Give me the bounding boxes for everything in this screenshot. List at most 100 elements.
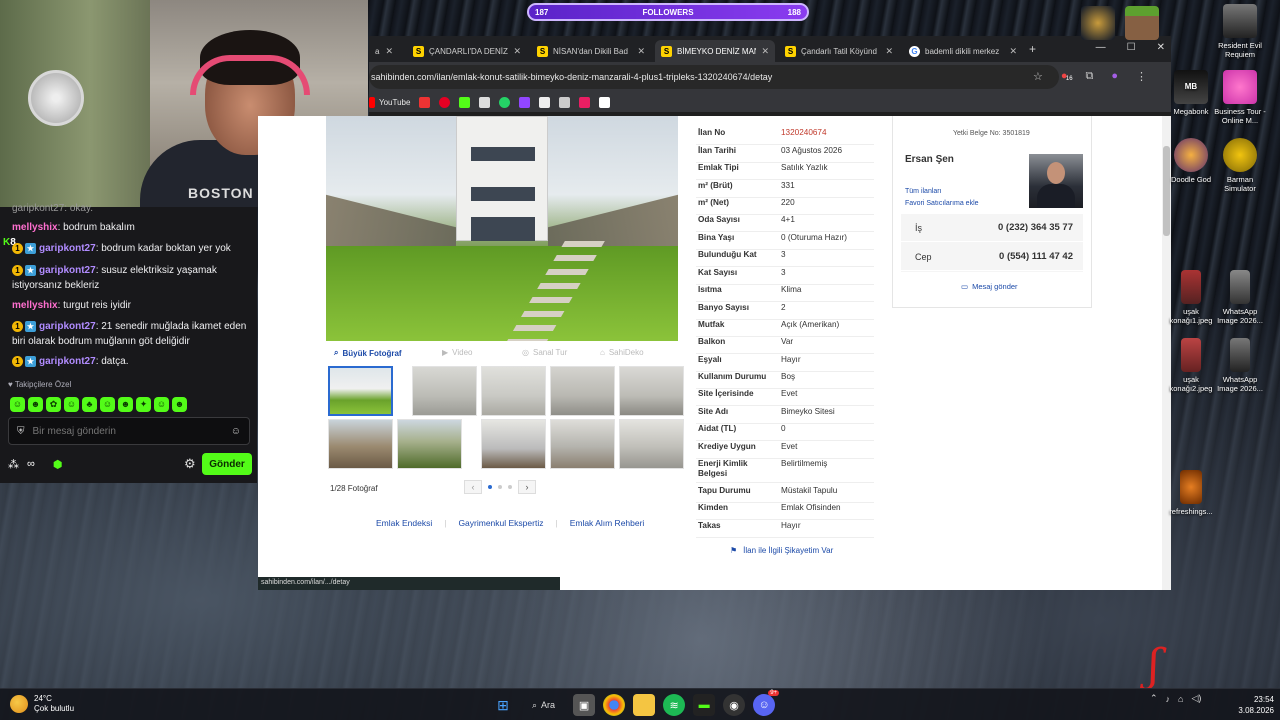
close-icon[interactable]: ✕ bbox=[385, 46, 393, 57]
discord-icon[interactable]: ☺ 9+ bbox=[753, 690, 780, 716]
chat-username[interactable]: mellyshix bbox=[12, 222, 58, 233]
bookmark-icon[interactable] bbox=[539, 96, 551, 108]
emote-icon[interactable]: ☺ bbox=[64, 397, 79, 412]
footer-link[interactable]: Emlak Alım Rehberi bbox=[570, 518, 645, 528]
main-listing-photo[interactable] bbox=[326, 116, 678, 341]
chat-username[interactable]: mellyshix bbox=[12, 300, 58, 311]
video-button[interactable]: ▶ Video bbox=[442, 348, 472, 357]
close-icon[interactable]: ✕ bbox=[885, 46, 893, 57]
kick-icon[interactable] bbox=[459, 96, 471, 108]
desktop-icon[interactable]: uşak konağı2.jpeg bbox=[1163, 338, 1219, 393]
weather-widget[interactable]: 24°C Çok bulutlu bbox=[10, 694, 74, 714]
emote-icon[interactable]: ♣ bbox=[82, 397, 97, 412]
desktop-icon[interactable]: refreshings... bbox=[1163, 470, 1219, 516]
task-view-icon[interactable]: ▣ bbox=[573, 694, 596, 716]
profile-icon[interactable]: ● bbox=[1111, 70, 1118, 83]
pinterest-icon[interactable] bbox=[439, 96, 451, 108]
thumbnail[interactable] bbox=[619, 366, 684, 416]
bookmark-icon[interactable] bbox=[479, 96, 491, 108]
close-icon[interactable]: ✕ bbox=[761, 46, 769, 57]
new-tab-icon[interactable]: + bbox=[1029, 42, 1036, 56]
close-window-icon[interactable]: ✕ bbox=[1157, 42, 1165, 53]
emote-icon[interactable]: ✦ bbox=[136, 397, 151, 412]
page-dot[interactable] bbox=[488, 485, 492, 489]
sahideko-button[interactable]: ⌂ SahiDeko bbox=[600, 348, 644, 357]
chevron-up-icon[interactable]: ⌃ bbox=[1150, 693, 1158, 704]
star-icon[interactable]: ☆ bbox=[1033, 70, 1043, 83]
emote-icon[interactable]: ☻ bbox=[28, 397, 43, 412]
twitch-icon[interactable] bbox=[519, 96, 531, 108]
search-button[interactable]: ⌕ Ara bbox=[522, 694, 565, 716]
chat-username[interactable]: garipkont27 bbox=[39, 321, 96, 332]
chat-username[interactable]: garipkont27 bbox=[39, 356, 96, 367]
browser-tab[interactable]: S ÇANDARLI'DA DENİZ ✕ bbox=[407, 40, 527, 62]
desktop-icon[interactable]: Business Tour - Online M... bbox=[1212, 70, 1268, 125]
emote-icon[interactable]: ☺ bbox=[100, 397, 115, 412]
maximize-icon[interactable]: ☐ bbox=[1127, 42, 1136, 53]
browser-tab[interactable]: Gbademli dikili merkez ✕ bbox=[903, 40, 1023, 62]
desktop-icon[interactable]: MB Megabonk bbox=[1163, 70, 1219, 116]
thumbnail[interactable] bbox=[550, 419, 615, 469]
footer-link[interactable]: Gayrimenkul Ekspertiz bbox=[458, 518, 543, 528]
volume-icon[interactable]: ◁) bbox=[1191, 693, 1201, 704]
extension-icon[interactable]: ● 16 bbox=[1061, 70, 1073, 83]
browser-tab[interactable]: S NİSAN'dan Dikili Bad ✕ bbox=[531, 40, 651, 62]
virtual-tour-button[interactable]: ◎ Sanal Tur bbox=[522, 348, 567, 357]
page-dot[interactable] bbox=[498, 485, 502, 489]
page-dot[interactable] bbox=[508, 485, 512, 489]
seller-name[interactable]: Ersan Şen bbox=[905, 154, 954, 165]
bookmark-icon[interactable] bbox=[419, 96, 431, 108]
infinity-icon[interactable]: ∞ bbox=[27, 458, 35, 470]
windows-start-icon[interactable]: ⊞ bbox=[492, 694, 514, 716]
thumbnail[interactable] bbox=[397, 419, 462, 469]
thumbnail[interactable] bbox=[481, 366, 546, 416]
complaint-link[interactable]: ⚑ İlan ile İlgili Şikayetim Var bbox=[730, 546, 833, 555]
minimize-icon[interactable]: — bbox=[1096, 42, 1106, 53]
chevron-right-icon[interactable]: › bbox=[518, 480, 536, 494]
file-explorer-icon[interactable] bbox=[633, 694, 656, 716]
thumbnail[interactable] bbox=[481, 419, 546, 469]
kick-logo-icon[interactable]: ⬢ bbox=[53, 458, 63, 471]
steam-icon[interactable]: ◉ bbox=[723, 694, 746, 716]
bookmark-youtube[interactable]: YouTube bbox=[369, 96, 410, 108]
footer-link[interactable]: Emlak Endeksi bbox=[376, 518, 432, 528]
chrome-icon[interactable] bbox=[603, 694, 626, 716]
emoji-icon[interactable]: ☺ bbox=[231, 426, 241, 437]
thumbnail[interactable] bbox=[550, 366, 615, 416]
phone-number[interactable]: 0 (232) 364 35 77 bbox=[998, 222, 1073, 233]
emote-icon[interactable]: ☻ bbox=[172, 397, 187, 412]
chat-username[interactable]: garipkont27 bbox=[39, 243, 96, 254]
clock[interactable]: 23:54 3.08.2026 bbox=[1232, 694, 1274, 716]
bookmark-icon[interactable] bbox=[599, 96, 611, 108]
send-button[interactable]: Gönder bbox=[202, 453, 252, 475]
close-icon[interactable]: ✕ bbox=[637, 46, 645, 57]
desktop-icon[interactable]: WhatsApp Image 2026... bbox=[1212, 338, 1268, 393]
desktop-icon[interactable]: Barman Simulator bbox=[1212, 138, 1268, 193]
puzzle-icon[interactable]: ⧉ bbox=[1086, 70, 1094, 83]
desktop-icon[interactable]: Doodle God bbox=[1163, 138, 1219, 184]
all-listings-link[interactable]: Tüm ilanları bbox=[905, 188, 942, 195]
thumbnail[interactable] bbox=[328, 366, 393, 416]
emote-icon[interactable]: ✿ bbox=[46, 397, 61, 412]
large-photo-button[interactable]: ⌕ Büyük Fotoğraf bbox=[334, 348, 402, 358]
send-message-button[interactable]: ▭ Mesaj gönder bbox=[961, 282, 1018, 291]
phone-number[interactable]: 0 (554) 111 47 42 bbox=[999, 251, 1073, 262]
emote-icon[interactable]: ☻ bbox=[118, 397, 133, 412]
menu-icon[interactable]: ⋮ bbox=[1136, 70, 1147, 83]
bookmark-icon[interactable] bbox=[559, 96, 571, 108]
network-icon[interactable]: ⌂ bbox=[1178, 694, 1183, 704]
thumbnail[interactable] bbox=[619, 419, 684, 469]
bookmark-icon[interactable] bbox=[579, 96, 591, 108]
desktop-icon[interactable]: WhatsApp Image 2026... bbox=[1212, 270, 1268, 325]
browser-tab[interactable]: S Çandarlı Tatil Köyünd ✕ bbox=[779, 40, 899, 62]
desktop-icon[interactable]: uşak konağı1.jpeg bbox=[1163, 270, 1219, 325]
mic-icon[interactable]: ♪ bbox=[1166, 694, 1171, 704]
url-text[interactable]: sahibinden.com/ilan/emlak-konut-satilik-… bbox=[371, 72, 772, 82]
address-bar[interactable]: sahibinden.com/ilan/emlak-konut-satilik-… bbox=[369, 65, 1059, 89]
gear-icon[interactable]: ⚙ bbox=[184, 456, 196, 472]
thumbnail[interactable] bbox=[328, 419, 393, 469]
close-icon[interactable]: ✕ bbox=[1009, 46, 1017, 57]
desktop-icon-minecraft[interactable] bbox=[1114, 6, 1170, 43]
points-icon[interactable]: ⁂ bbox=[8, 458, 19, 471]
desktop-icon[interactable]: Resident Evil Requiem bbox=[1212, 4, 1268, 59]
